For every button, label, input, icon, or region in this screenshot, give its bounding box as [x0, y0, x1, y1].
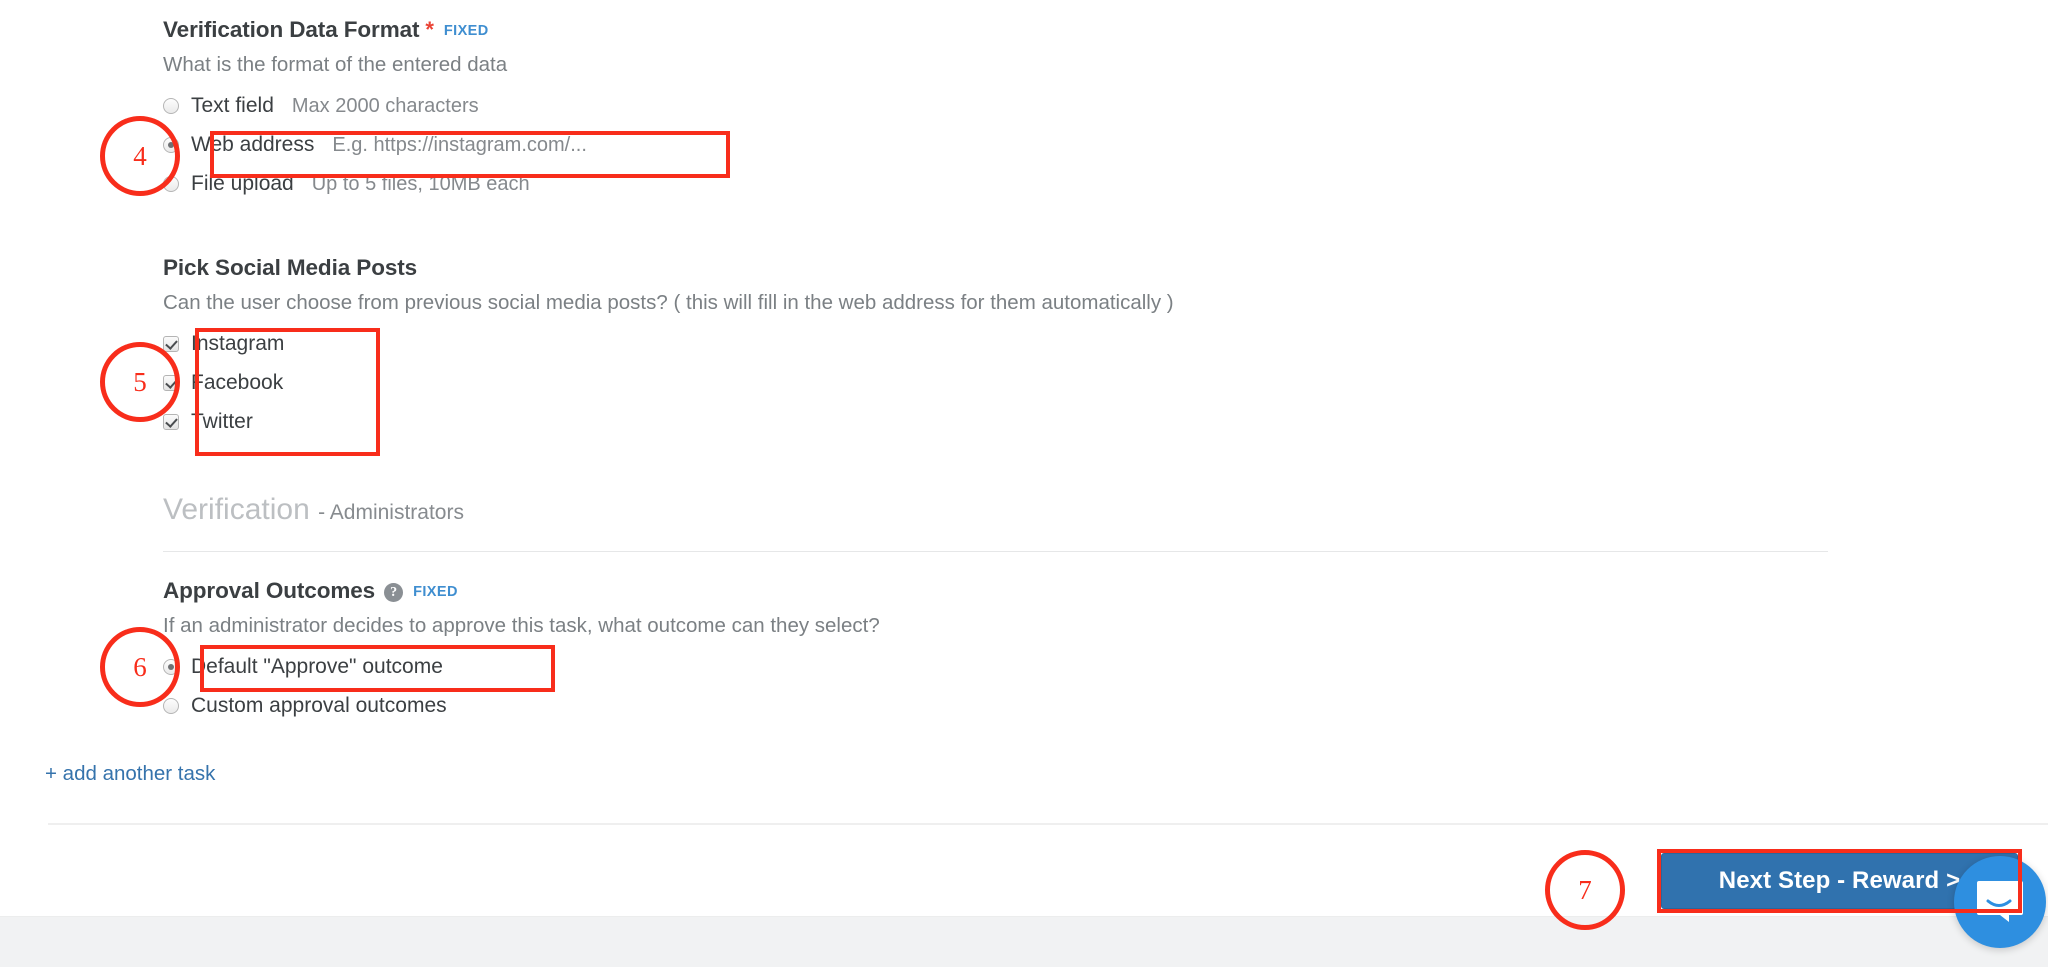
pick-social-media-posts-section: Pick Social Media Posts Can the user cho…: [163, 255, 1174, 439]
approval-outcomes-section: Approval Outcomes? FIXED If an administra…: [163, 578, 880, 723]
radio-icon-selected[interactable]: [163, 659, 179, 675]
option-label: Web address: [191, 133, 315, 156]
checkbox-option-instagram[interactable]: Instagram: [163, 327, 1174, 361]
checkbox-option-twitter[interactable]: Twitter: [163, 405, 1174, 439]
radio-option-text-field[interactable]: Text field Max 2000 characters: [163, 89, 587, 123]
question-title-row: Approval Outcomes? FIXED: [163, 578, 880, 604]
question-description: What is the format of the entered data: [163, 53, 508, 76]
option-hint: Up to 5 files, 10MB each: [311, 172, 530, 195]
option-label: Facebook: [191, 371, 284, 394]
page-canvas: Verification Data Format * FIXED What is t…: [0, 0, 2048, 967]
question-title: Pick Social Media Posts: [163, 255, 418, 280]
option-hint: Max 2000 characters: [291, 94, 479, 117]
radio-option-default-approve[interactable]: Default "Approve" outcome: [163, 650, 880, 684]
option-label: Text field: [191, 94, 274, 117]
question-mark-icon[interactable]: ?: [384, 583, 404, 602]
option-label: Default "Approve" outcome: [191, 655, 443, 678]
radio-icon[interactable]: [163, 176, 179, 192]
radio-icon[interactable]: [163, 98, 179, 114]
checkbox-icon-checked[interactable]: [163, 336, 179, 352]
radio-option-file-upload[interactable]: File upload Up to 5 files, 10MB each: [163, 167, 587, 201]
question-title: Approval Outcomes: [163, 578, 376, 603]
section-heading: Verification - Administrators: [163, 493, 1828, 527]
section-heading-sub: - Administrators: [318, 501, 464, 524]
verification-data-format-section: Verification Data Format * FIXED What is t…: [163, 17, 587, 201]
radio-option-web-address[interactable]: Web address E.g. https://instagram.com/.…: [163, 128, 587, 162]
question-title: Verification Data Format: [163, 17, 420, 42]
add-another-task-link[interactable]: + add another task: [45, 762, 215, 786]
question-description: Can the user choose from previous social…: [163, 291, 1174, 314]
option-label: Twitter: [191, 410, 253, 433]
required-asterisk: *: [425, 17, 434, 42]
question-description: If an administrator decides to approve t…: [163, 614, 880, 637]
option-label: Instagram: [191, 332, 285, 355]
footer-band: [0, 916, 2048, 967]
intercom-launcher[interactable]: [1954, 856, 2046, 948]
radio-icon[interactable]: [163, 698, 179, 714]
option-hint: E.g. https://instagram.com/...: [332, 133, 587, 156]
radio-option-custom-approval[interactable]: Custom approval outcomes: [163, 689, 880, 723]
admin-section-heading-block: Verification - Administrators: [163, 493, 1828, 552]
option-label: Custom approval outcomes: [191, 694, 447, 717]
chat-bubble-icon: [1977, 881, 2023, 922]
option-label: File upload: [191, 172, 294, 195]
section-divider: [163, 551, 1828, 552]
fixed-badge: FIXED: [443, 23, 489, 39]
checkbox-option-facebook[interactable]: Facebook: [163, 366, 1174, 400]
checkbox-icon-checked[interactable]: [163, 375, 179, 391]
fixed-badge: FIXED: [413, 584, 458, 600]
footer-divider: [48, 823, 2048, 825]
question-title-row: Verification Data Format * FIXED: [163, 17, 587, 43]
radio-icon-selected[interactable]: [163, 137, 179, 153]
section-heading-main: Verification: [163, 493, 310, 526]
checkbox-icon-checked[interactable]: [163, 414, 179, 430]
